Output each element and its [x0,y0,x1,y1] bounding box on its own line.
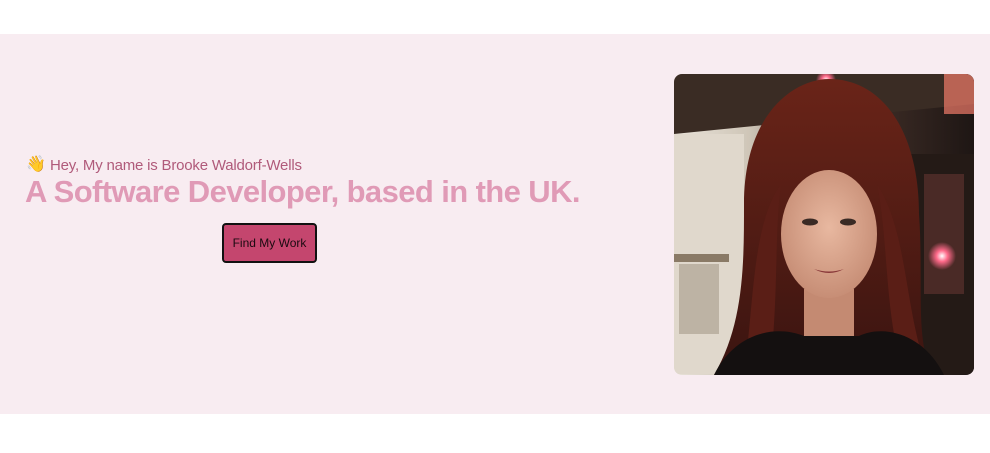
page: 👋 Hey, My name is Brooke Waldorf-Wells A… [0,0,990,453]
profile-photo [674,74,974,375]
hero-section: 👋 Hey, My name is Brooke Waldorf-Wells A… [0,34,990,414]
intro-line: 👋 Hey, My name is Brooke Waldorf-Wells [26,156,302,174]
waving-hand-icon: 👋 [26,156,46,173]
headline: A Software Developer, based in the UK. [25,174,580,209]
profile-photo-illustration [674,74,974,375]
find-my-work-button[interactable]: Find My Work [222,223,317,263]
intro-text: Hey, My name is Brooke Waldorf-Wells [50,156,302,174]
